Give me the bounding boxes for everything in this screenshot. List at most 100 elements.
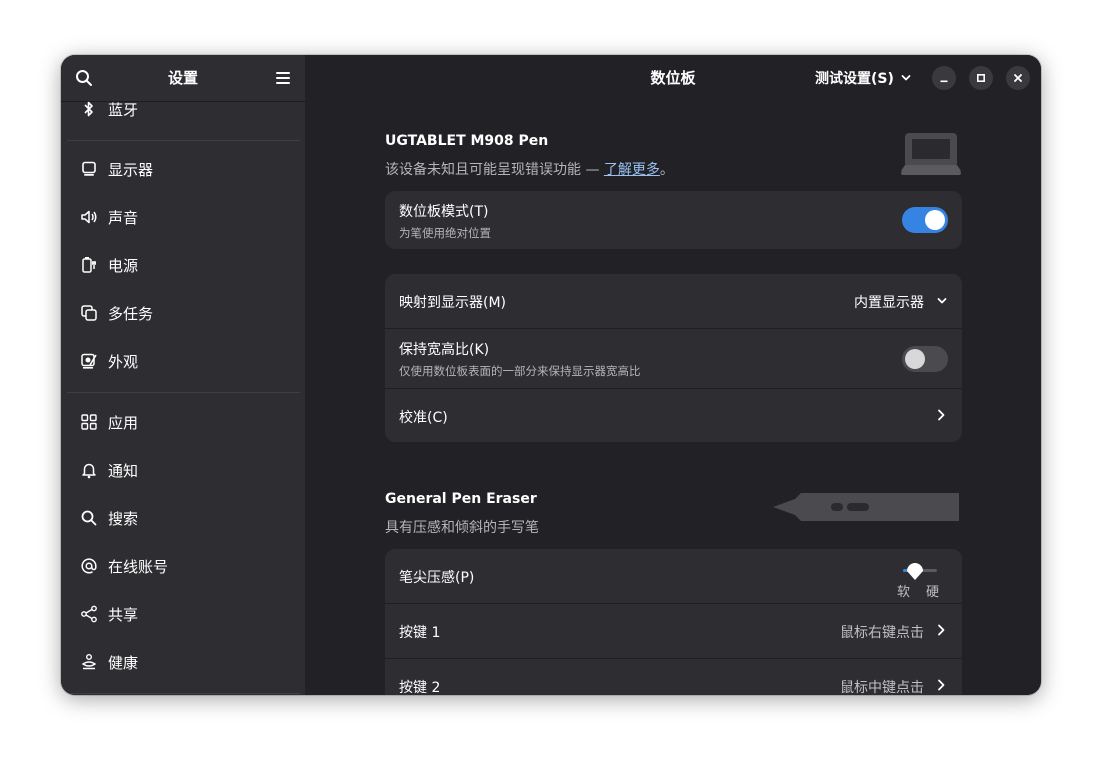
sidebar-separator [67,392,300,393]
button1-row[interactable]: 按键 1 鼠标右键点击 [385,604,962,659]
sidebar-item-apps[interactable]: 应用 [67,400,299,444]
tablet-warning-suffix: 。 [659,162,674,178]
tablet-mode-row: 数位板模式(T) 为笔使用绝对位置 [385,191,962,249]
calibrate-row[interactable]: 校准(C) [385,389,962,442]
slider-label-hard: 硬 [926,585,940,600]
chevron-right-icon [938,409,945,421]
power-icon [80,256,98,274]
maximize-icon [976,73,986,83]
apps-grid-icon [80,413,98,431]
bell-icon [80,461,98,479]
main-content: 数位板 测试设置(S) UGTABLET M908 Pen 该设备未知且可能呈现… [305,55,1041,695]
sidebar-separator [67,140,300,141]
tablet-mode-subtitle: 为笔使用绝对位置 [399,226,491,240]
mapping-card: 映射到显示器(M) 内置显示器 保持宽高比(K) 仅使用数位板表面的一部分来保持… [385,274,962,442]
stylus-name: General Pen Eraser [385,491,537,507]
sidebar-title: 设置 [167,69,198,87]
search-icon[interactable] [75,69,93,87]
wellbeing-icon [80,653,98,671]
sidebar-item-appearance[interactable]: 外观 [67,339,299,383]
tablet-mode-card: 数位板模式(T) 为笔使用绝对位置 [385,191,962,249]
stylus-description: 具有压感和倾斜的手写笔 [385,520,539,536]
sidebar-item-label: 应用 [108,413,139,432]
calibrate-title: 校准(C) [399,410,448,426]
sidebar-item-label: 健康 [108,653,139,672]
map-to-monitor-value: 内置显示器 [854,295,924,311]
chevron-down-icon [937,298,947,304]
map-to-monitor-row[interactable]: 映射到显示器(M) 内置显示器 [385,274,962,329]
keep-aspect-switch[interactable] [902,346,948,372]
minimize-icon [940,80,948,83]
keep-aspect-subtitle: 仅使用数位板表面的一部分来保持显示器宽高比 [399,364,641,378]
learn-more-link[interactable]: 了解更多 [604,162,660,178]
sidebar-item-label: 多任务 [108,304,154,323]
close-icon [1014,74,1022,82]
chevron-right-icon [938,679,945,691]
sidebar-item-label: 电源 [108,256,139,275]
at-sign-icon [80,557,98,575]
button2-title: 按键 2 [399,680,441,695]
button1-title: 按键 1 [399,625,441,641]
multitasking-icon [80,304,98,322]
stylus-illustration-icon [773,493,959,521]
speaker-icon [80,208,98,226]
switch-knob [905,349,925,369]
sidebar-item-bluetooth[interactable]: 蓝牙 [67,101,299,131]
switch-knob [925,210,945,230]
test-settings-menu-button[interactable]: 测试设置(S) [815,67,912,89]
maximize-button[interactable] [969,66,993,90]
sidebar-item-label: 外观 [108,352,139,371]
slider-label-soft: 软 [897,585,911,600]
share-icon [80,605,98,623]
sidebar-item-multitasking[interactable]: 多任务 [67,291,299,335]
sidebar-item-sound[interactable]: 声音 [67,195,299,239]
tip-pressure-title: 笔尖压感(P) [399,570,475,586]
settings-window: 设置 蓝牙 显示器 声音 电源 多任务 外观 应用 通知 搜索 在线账号 共享 … [61,55,1041,695]
map-to-monitor-title: 映射到显示器(M) [399,295,507,311]
sidebar-item-label: 声音 [108,208,139,227]
sidebar: 设置 蓝牙 显示器 声音 电源 多任务 外观 应用 通知 搜索 在线账号 共享 … [61,55,305,695]
sidebar-item-displays[interactable]: 显示器 [67,147,299,191]
laptop-illustration-icon [901,133,961,175]
keep-aspect-row: 保持宽高比(K) 仅使用数位板表面的一部分来保持显示器宽高比 [385,329,962,389]
sidebar-item-label: 共享 [108,605,139,624]
sidebar-item-online-accounts[interactable]: 在线账号 [67,544,299,588]
sidebar-item-search[interactable]: 搜索 [67,496,299,540]
tablet-mode-switch[interactable] [902,207,948,233]
sidebar-separator [67,693,300,694]
search-icon [80,509,98,527]
chevron-down-icon [901,75,911,81]
hamburger-menu-icon[interactable] [274,69,292,87]
button2-value: 鼠标中键点击 [840,680,924,695]
minimize-button[interactable] [932,66,956,90]
button1-value: 鼠标右键点击 [840,625,924,641]
page-title: 数位板 [650,69,696,87]
sidebar-item-label: 通知 [108,461,139,480]
sidebar-item-label: 在线账号 [108,557,169,576]
tablet-warning-text: 该设备未知且可能呈现错误功能 — [385,162,604,178]
sidebar-item-notifications[interactable]: 通知 [67,448,299,492]
sidebar-item-label: 搜索 [108,509,139,528]
keep-aspect-title: 保持宽高比(K) [399,342,490,358]
sidebar-item-sharing[interactable]: 共享 [67,592,299,636]
tip-pressure-slider[interactable] [903,563,937,580]
tablet-mode-title: 数位板模式(T) [399,204,489,220]
tablet-name: UGTABLET M908 Pen [385,133,549,149]
sidebar-item-wellbeing[interactable]: 健康 [67,640,299,684]
button2-row[interactable]: 按键 2 鼠标中键点击 [385,659,962,695]
display-icon [80,160,98,178]
bluetooth-icon [80,101,98,118]
stylus-card: 笔尖压感(P) 软 硬 按键 1 鼠标右键点击 按键 2 鼠标中键点击 [385,549,962,695]
sidebar-item-label: 显示器 [108,160,154,179]
close-button[interactable] [1006,66,1030,90]
appearance-icon [80,352,98,370]
tip-pressure-row: 笔尖压感(P) 软 硬 [385,549,962,604]
sidebar-header: 设置 [61,55,305,102]
test-settings-label: 测试设置(S) [815,71,894,87]
tablet-warning: 该设备未知且可能呈现错误功能 — 了解更多。 [385,159,674,179]
sidebar-list: 蓝牙 显示器 声音 电源 多任务 外观 应用 通知 搜索 在线账号 共享 健康 [61,101,305,695]
sidebar-item-power[interactable]: 电源 [67,243,299,287]
slider-handle[interactable] [905,559,925,581]
chevron-right-icon [938,624,945,636]
sidebar-item-label: 蓝牙 [108,101,139,119]
